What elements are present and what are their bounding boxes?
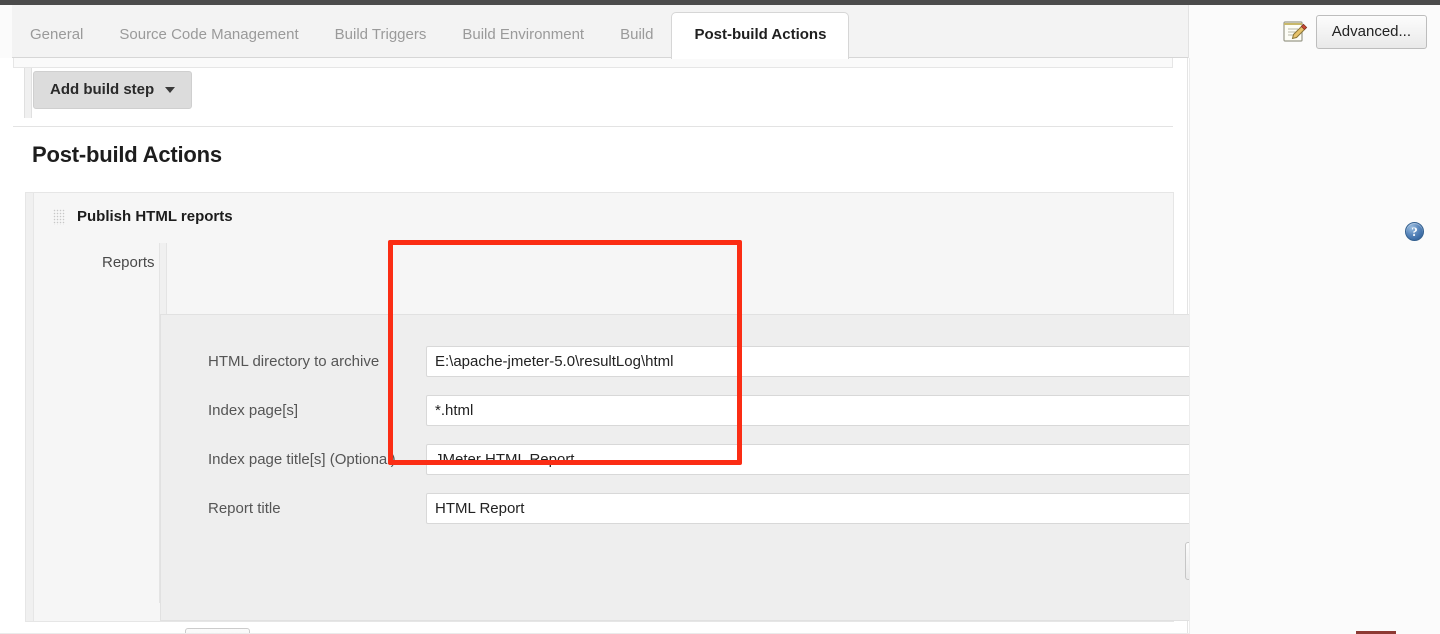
section-divider <box>13 126 1173 127</box>
tab-general[interactable]: General <box>12 27 101 58</box>
advanced-button[interactable]: Advanced... <box>1315 14 1427 49</box>
tab-bar-right-actions: Advanced... <box>1188 5 1440 58</box>
add-build-step-button[interactable]: Add build step <box>33 71 193 109</box>
field-label-index-page-titles: Index page title[s] (Optional) <box>208 451 396 468</box>
tab-source-code-management[interactable]: Source Code Management <box>101 27 316 58</box>
block-header: Publish HTML reports <box>35 193 1173 240</box>
add-build-step-wrapper: Add build step <box>33 71 193 109</box>
tab-post-build-actions[interactable]: Post-build Actions <box>671 12 850 59</box>
jenkins-job-config-page: General Source Code Management Build Tri… <box>0 0 1440 634</box>
field-label-html-directory: HTML directory to archive <box>208 353 380 370</box>
field-label-index-pages: Index page[s] <box>208 402 299 419</box>
tab-build-triggers[interactable]: Build Triggers <box>317 27 445 58</box>
page-title: Post-build Actions <box>32 142 222 167</box>
chevron-down-icon <box>165 86 176 93</box>
block-drag-rail[interactable] <box>26 193 34 621</box>
config-tab-bar: General Source Code Management Build Tri… <box>0 5 1440 59</box>
reports-label: Reports <box>102 254 155 271</box>
config-right-rail: ? <box>1189 58 1440 634</box>
tab-build[interactable]: Build <box>602 27 671 58</box>
previous-build-step-stub <box>13 58 1173 68</box>
tab-bar-left-edge <box>0 5 12 58</box>
field-label-report-title: Report title <box>208 500 281 517</box>
right-rail-divider <box>1189 58 1190 634</box>
help-icon-publish-html-reports[interactable]: ? <box>1405 222 1424 241</box>
publish-html-reports-block: Publish HTML reports Reports HTML direct… <box>25 192 1391 634</box>
config-main-column: Add build step Post-build Actions Publis… <box>0 58 1391 634</box>
block-title: Publish HTML reports <box>77 208 233 225</box>
drag-handle-icon[interactable] <box>53 208 65 225</box>
tab-build-environment[interactable]: Build Environment <box>444 27 602 58</box>
add-build-step-label: Add build step <box>50 81 155 98</box>
notepad-pencil-icon <box>1282 20 1308 44</box>
config-tabs: General Source Code Management Build Tri… <box>12 5 850 59</box>
